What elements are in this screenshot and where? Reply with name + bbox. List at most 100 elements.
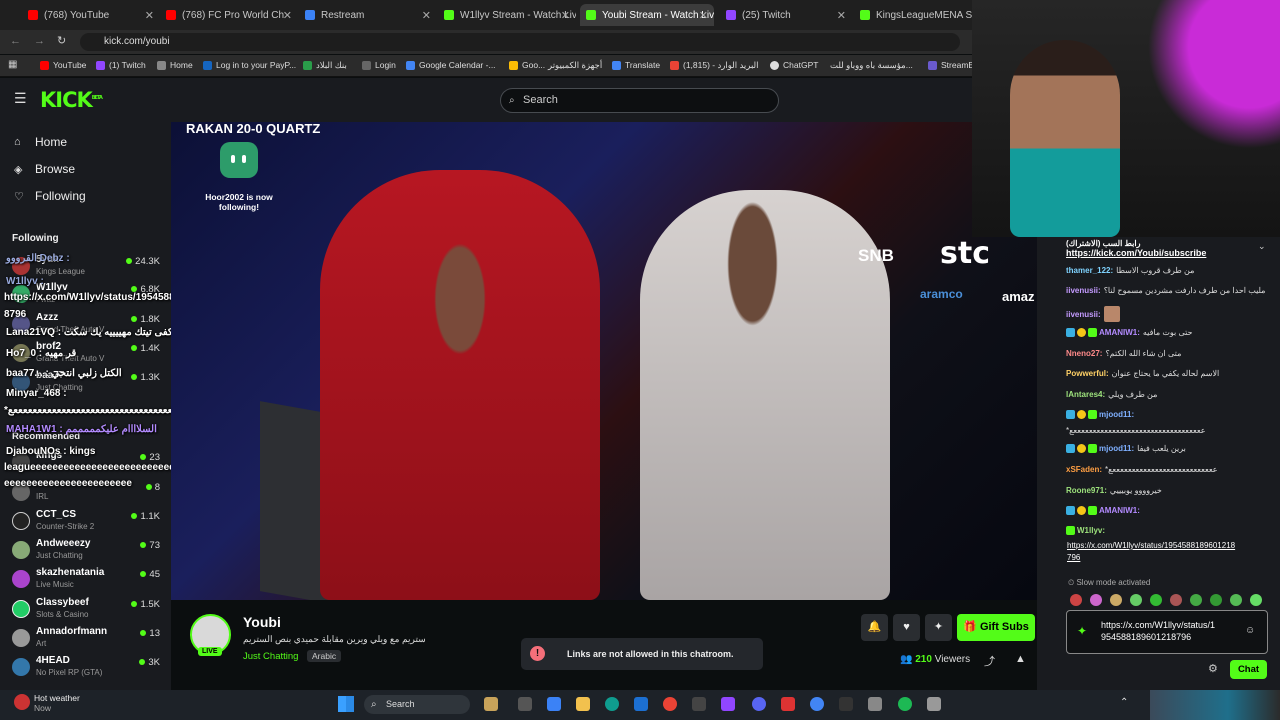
sidebar-channel[interactable]: Andweeezy Just Chatting 73: [12, 538, 160, 566]
search-icon: ⌕: [371, 699, 377, 710]
windows-start-icon[interactable]: [338, 696, 354, 712]
bookmark-item[interactable]: ChatGPT: [770, 60, 818, 70]
spotify-icon[interactable]: [898, 697, 912, 711]
sponsor-logo: SNB: [858, 246, 894, 265]
search-input[interactable]: ⌕ Search: [500, 88, 779, 113]
taskbar-search[interactable]: ⌕ Search: [364, 695, 470, 714]
file-explorer-icon[interactable]: [576, 697, 590, 711]
emote-icon[interactable]: [1070, 594, 1082, 606]
taskbar-app-icon[interactable]: [692, 697, 706, 711]
taskbar-app-icon[interactable]: [927, 697, 941, 711]
close-tab-icon[interactable]: ✕: [837, 9, 846, 22]
emote-icon[interactable]: [1170, 594, 1182, 606]
sidebar-channel[interactable]: Annadorfmann Art 13: [12, 626, 160, 654]
close-tab-icon[interactable]: ✕: [283, 9, 292, 22]
chat-input[interactable]: ✦ https://x.com/W1llyv/status/1 95458818…: [1066, 610, 1268, 654]
chat-link[interactable]: https://x.com/W1llyv/status/195458818960…: [1067, 540, 1235, 564]
reload-icon[interactable]: ↻: [57, 34, 66, 47]
taskbar-app-icon[interactable]: [484, 697, 498, 711]
chat-send-button[interactable]: Chat: [1230, 660, 1267, 679]
language-tag[interactable]: Arabic: [307, 650, 342, 662]
stream-category[interactable]: Just Chatting: [243, 651, 298, 662]
bookmark-item[interactable]: Translate: [612, 60, 660, 70]
nav-following[interactable]: ♡ Following: [14, 189, 86, 203]
bookmark-item[interactable]: (1) Twitch: [96, 60, 146, 70]
address-bar[interactable]: kick.com/youbi: [80, 33, 960, 51]
settings-gear-icon[interactable]: ⚙: [1208, 662, 1218, 675]
tray-chevron-icon[interactable]: ⌃: [1120, 697, 1128, 708]
close-tab-icon[interactable]: ✕: [422, 9, 431, 22]
sidebar-channel[interactable]: CCT_CS Counter-Strike 2 1.1K: [12, 509, 160, 537]
chrome-icon[interactable]: [810, 697, 824, 711]
emote-icon[interactable]: [1110, 594, 1122, 606]
bookmark-item[interactable]: StreamE: [928, 60, 974, 70]
report-icon[interactable]: ▲: [1015, 653, 1026, 665]
badge-icon: [1066, 328, 1075, 337]
bookmark-item[interactable]: Goo...: [509, 60, 545, 70]
badge-icon: [1088, 506, 1097, 515]
back-icon[interactable]: ←: [10, 35, 21, 47]
taskbar-app-icon[interactable]: [839, 697, 853, 711]
emote-icon[interactable]: [1190, 594, 1202, 606]
close-tab-icon[interactable]: ✕: [145, 9, 154, 22]
channel-name[interactable]: Youbi: [243, 614, 281, 630]
bookmark-item[interactable]: Google Calendar -...: [406, 60, 496, 70]
bookmark-item[interactable]: Log in to your PayP...: [203, 60, 296, 70]
browser-tab[interactable]: (768) YouTube ✕: [28, 4, 160, 26]
menu-icon[interactable]: ☰: [14, 90, 27, 107]
browser-tab-active[interactable]: Youbi Stream - Watch Liv ✕: [580, 4, 714, 26]
browser-tab[interactable]: KingsLeagueMENA Strea: [860, 4, 972, 26]
sidebar-channel[interactable]: Classybeef Slots & Casino 1.5K: [12, 597, 160, 625]
kick-logo[interactable]: KICKBETA: [40, 88, 103, 112]
follow-heart-icon[interactable]: ♥: [893, 614, 920, 641]
emote-icon[interactable]: [1150, 594, 1162, 606]
youtube-icon: [166, 10, 176, 20]
browser-tab[interactable]: Restream ✕: [305, 4, 437, 26]
following-header: Following: [12, 233, 59, 244]
bookmark-item[interactable]: Login: [362, 60, 396, 70]
edge-icon[interactable]: [605, 697, 619, 711]
bookmark-item[interactable]: YouTube: [40, 60, 86, 70]
sponsor-logo: stc: [940, 236, 990, 271]
store-icon[interactable]: [634, 697, 648, 711]
browser-tab[interactable]: (25) Twitch ✕: [720, 4, 852, 26]
chat-message: mjood11:: [1066, 410, 1137, 419]
bookmark-item[interactable]: أجهزة الكمبيوتر: [548, 60, 602, 71]
browser-tab[interactable]: (768) FC Pro World Ch ✕: [166, 4, 298, 26]
bookmark-item[interactable]: Home: [157, 60, 193, 70]
emote-icon[interactable]: [1230, 594, 1242, 606]
twitch-icon[interactable]: [721, 697, 735, 711]
sparkle-icon[interactable]: ✦: [925, 614, 952, 641]
close-tab-icon[interactable]: ✕: [699, 9, 708, 22]
browser-tab[interactable]: W1llyv Stream - Watch Liv ✕: [444, 4, 576, 26]
emoji-icon[interactable]: ☺: [1245, 625, 1255, 637]
weather-widget[interactable]: Hot weather Now: [34, 693, 80, 713]
chevron-down-icon[interactable]: ⌄: [1258, 241, 1266, 252]
emote-icon[interactable]: [1090, 594, 1102, 606]
task-view-icon[interactable]: [518, 697, 532, 711]
emote-icon[interactable]: [1130, 594, 1142, 606]
avatar: [12, 658, 30, 676]
notifications-bell-icon[interactable]: 🔔: [861, 614, 888, 641]
emote-icon[interactable]: [1210, 594, 1222, 606]
discord-icon[interactable]: [752, 697, 766, 711]
chrome-icon[interactable]: [663, 697, 677, 711]
nav-browse[interactable]: ◈ Browse: [14, 162, 75, 176]
bookmark-item[interactable]: (1,815) - البريد الوارد: [670, 60, 759, 71]
badge-icon: [1066, 526, 1075, 535]
taskbar-app-icon[interactable]: [781, 697, 795, 711]
forward-icon[interactable]: →: [34, 35, 45, 47]
nav-home[interactable]: ⌂ Home: [14, 135, 67, 149]
bookmark-item[interactable]: بنك البلاد: [303, 60, 347, 71]
pinned-link[interactable]: https://kick.com/Youbi/subscribe: [1058, 248, 1280, 258]
emote-icon[interactable]: [1250, 594, 1262, 606]
close-tab-icon[interactable]: ✕: [561, 9, 570, 22]
share-icon[interactable]: ⤴: [984, 653, 995, 669]
settings-icon[interactable]: [868, 697, 882, 711]
gift-subs-button[interactable]: 🎁 Gift Subs: [957, 614, 1035, 641]
apps-grid-icon[interactable]: ▦: [8, 59, 17, 70]
taskbar-app-icon[interactable]: [547, 697, 561, 711]
bookmark-item[interactable]: مؤسسة باه ووباو للت...: [830, 60, 913, 71]
sidebar-channel[interactable]: 4HEAD No Pixel RP (GTA) 3K: [12, 655, 160, 683]
sidebar-channel[interactable]: skazhenatania Live Music 45: [12, 567, 160, 595]
